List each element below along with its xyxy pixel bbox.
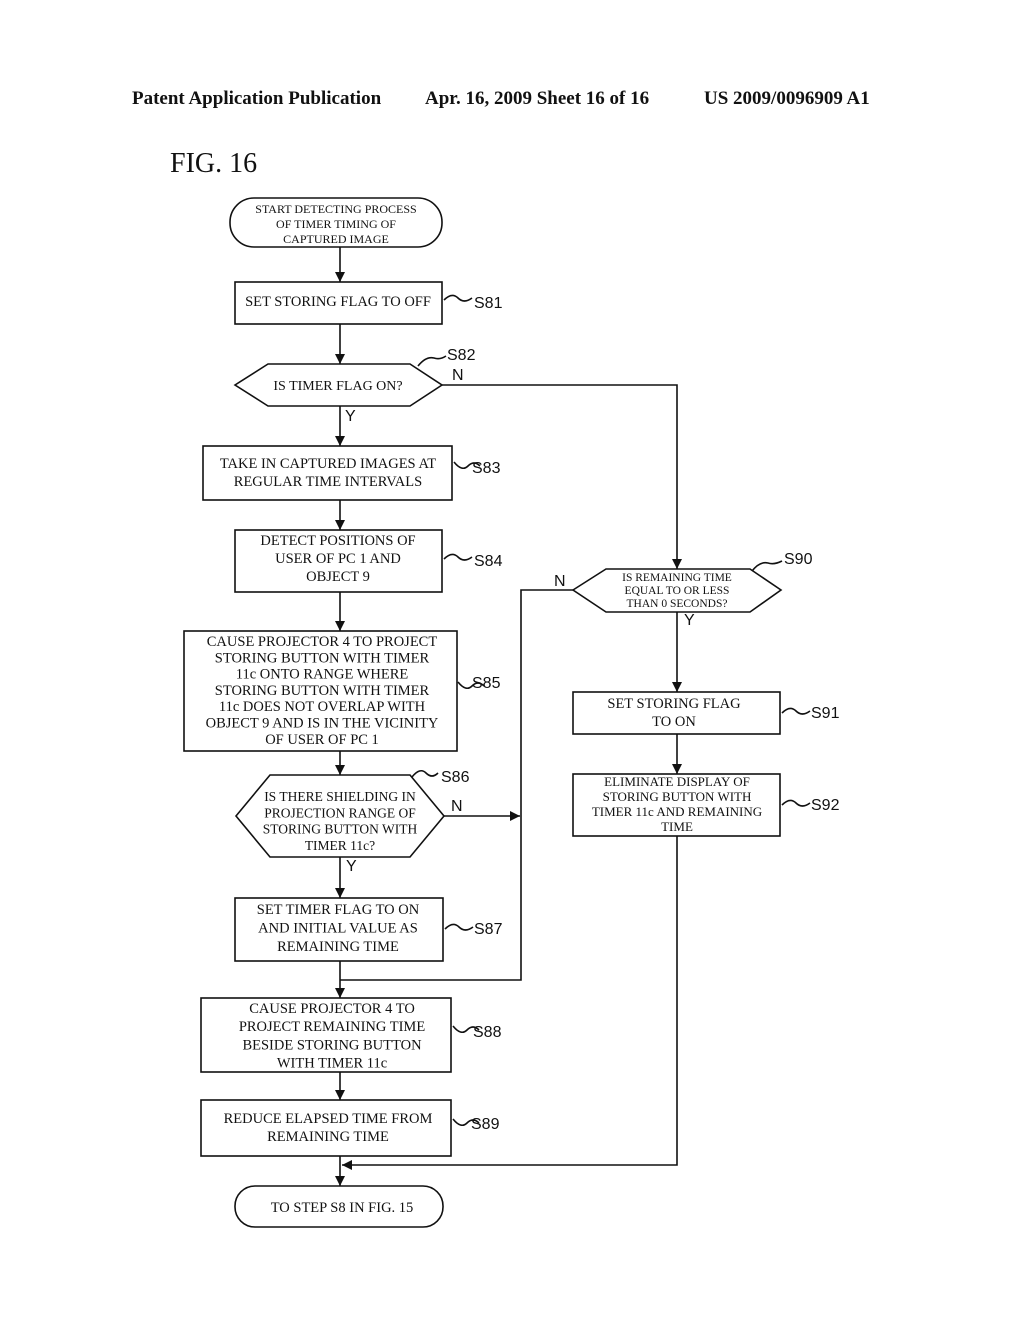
label-s82: S82	[447, 347, 476, 364]
label-s85: S85	[472, 675, 501, 692]
text-line: START DETECTING PROCESS	[255, 202, 416, 216]
text-line: ELIMINATE DISPLAY OF	[604, 774, 750, 789]
text-line: CAUSE PROJECTOR 4 TO PROJECT	[207, 634, 438, 650]
s82-no-label: N	[452, 367, 464, 384]
text-line: STORING BUTTON WITH	[603, 789, 752, 804]
text-line: THAN 0 SECONDS?	[627, 598, 728, 610]
text-line: CAPTURED IMAGE	[283, 232, 389, 246]
step-text: SET TIMER FLAG TO ON AND INITIAL VALUE AS…	[257, 902, 420, 955]
step-text: IS REMAINING TIME EQUAL TO OR LESS THAN 0 …	[622, 572, 732, 610]
step-text: IS TIMER FLAG ON?	[273, 379, 402, 394]
text-line: PROJECT REMAINING TIME	[239, 1019, 426, 1035]
step-text: SET STORING FLAG TO OFF	[245, 294, 431, 310]
text-line: IS REMAINING TIME	[622, 572, 732, 584]
label-s91: S91	[811, 705, 840, 722]
decision-s82: IS TIMER FLAG ON? S82 N Y	[233, 347, 476, 425]
step-s84: DETECT POSITIONS OF USER OF PC 1 AND OBJEC…	[234, 529, 503, 593]
step-s88: CAUSE PROJECTOR 4 TO PROJECT REMAINING TI…	[200, 997, 502, 1073]
label-s86: S86	[441, 769, 470, 786]
step-s89: REDUCE ELAPSED TIME FROM REMAINING TIME S…	[200, 1099, 500, 1157]
text-line: STORING BUTTON WITH	[263, 822, 418, 837]
text-line: OF USER OF PC 1	[265, 732, 379, 748]
text-line: STORING BUTTON WITH TIMER	[215, 650, 430, 666]
step-s85: CAUSE PROJECTOR 4 TO PROJECT STORING BUTT…	[183, 630, 501, 752]
s90-no-label: N	[554, 573, 566, 590]
text-line: REGULAR TIME INTERVALS	[234, 474, 422, 490]
flowchart: START DETECTING PROCESS OF TIMER TIMING O…	[183, 197, 840, 1228]
text-line: TIMER 11c AND REMAINING	[592, 804, 762, 819]
step-s83: TAKE IN CAPTURED IMAGES AT REGULAR TIME I…	[202, 445, 501, 501]
text-line: IS THERE SHIELDING IN	[264, 789, 416, 804]
arrow-s82-s90-no	[442, 384, 682, 569]
step-text: TO STEP S8 IN FIG. 15	[271, 1200, 414, 1216]
text-line: PROJECTION RANGE OF	[264, 805, 416, 820]
start-terminator: START DETECTING PROCESS OF TIMER TIMING O…	[229, 197, 443, 248]
text-line: 11c ONTO RANGE WHERE	[236, 667, 409, 683]
text-line: SET STORING FLAG TO OFF	[245, 294, 431, 310]
leader-s84	[443, 553, 473, 561]
step-s91: SET STORING FLAG TO ON S91	[572, 691, 840, 735]
s82-yes-label: Y	[345, 408, 356, 425]
end-terminator: TO STEP S8 IN FIG. 15	[234, 1185, 444, 1228]
decision-s90: IS REMAINING TIME EQUAL TO OR LESS THAN 0 …	[554, 551, 813, 629]
step-s87: SET TIMER FLAG TO ON AND INITIAL VALUE AS…	[234, 897, 503, 962]
text-line: IS TIMER FLAG ON?	[273, 379, 402, 394]
text-line: BESIDE STORING BUTTON	[242, 1037, 422, 1053]
text-line: AND INITIAL VALUE AS	[258, 921, 418, 937]
text-line: TIMER 11c?	[305, 838, 375, 853]
leader-s92	[781, 799, 811, 807]
label-s88: S88	[473, 1024, 502, 1041]
text-line: TO STEP S8 IN FIG. 15	[271, 1200, 414, 1216]
text-line: OBJECT 9	[306, 569, 370, 585]
text-line: TO ON	[652, 714, 696, 730]
decision-s86: IS THERE SHIELDING IN PROJECTION RANGE OF…	[234, 769, 470, 875]
label-s83: S83	[472, 460, 501, 477]
text-line: REMAINING TIME	[277, 939, 399, 955]
text-line: SET TIMER FLAG TO ON	[257, 902, 420, 918]
label-s84: S84	[474, 553, 503, 570]
text-line: REMAINING TIME	[267, 1129, 389, 1145]
text-line: USER OF PC 1 AND	[275, 551, 401, 567]
label-s90: S90	[784, 551, 813, 568]
text-line: SET STORING FLAG	[607, 696, 741, 712]
text-line: DETECT POSITIONS OF	[260, 533, 415, 549]
step-text: CAUSE PROJECTOR 4 TO PROJECT STORING BUTT…	[206, 634, 439, 748]
leader-s82	[417, 355, 447, 367]
label-s87: S87	[474, 921, 503, 938]
text-line: OBJECT 9 AND IS IN THE VICINITY	[206, 716, 439, 732]
text-line: STORING BUTTON WITH TIMER	[215, 683, 430, 699]
s86-no-label: N	[451, 798, 463, 815]
label-s81: S81	[474, 295, 503, 312]
leader-s91	[781, 707, 811, 715]
text-line: OF TIMER TIMING OF	[276, 217, 396, 231]
text-line: REDUCE ELAPSED TIME FROM	[224, 1111, 433, 1127]
text-line: EQUAL TO OR LESS	[625, 585, 730, 597]
s90-yes-label: Y	[684, 612, 695, 629]
step-s92: ELIMINATE DISPLAY OF STORING BUTTON WITH T…	[572, 773, 840, 837]
step-s81: SET STORING FLAG TO OFF S81	[234, 281, 503, 325]
leader-s86	[411, 769, 439, 778]
leader-s81	[443, 294, 473, 302]
leader-s87	[444, 923, 474, 931]
text-line: TAKE IN CAPTURED IMAGES AT	[220, 456, 436, 472]
label-s92: S92	[811, 797, 840, 814]
text-line: TIME	[661, 819, 693, 834]
s86-yes-label: Y	[346, 858, 357, 875]
text-line: 11c DOES NOT OVERLAP WITH	[219, 699, 426, 715]
label-s89: S89	[471, 1116, 500, 1133]
leader-s90	[751, 560, 783, 572]
text-line: WITH TIMER 11c	[277, 1056, 387, 1072]
text-line: CAUSE PROJECTOR 4 TO	[249, 1001, 415, 1017]
